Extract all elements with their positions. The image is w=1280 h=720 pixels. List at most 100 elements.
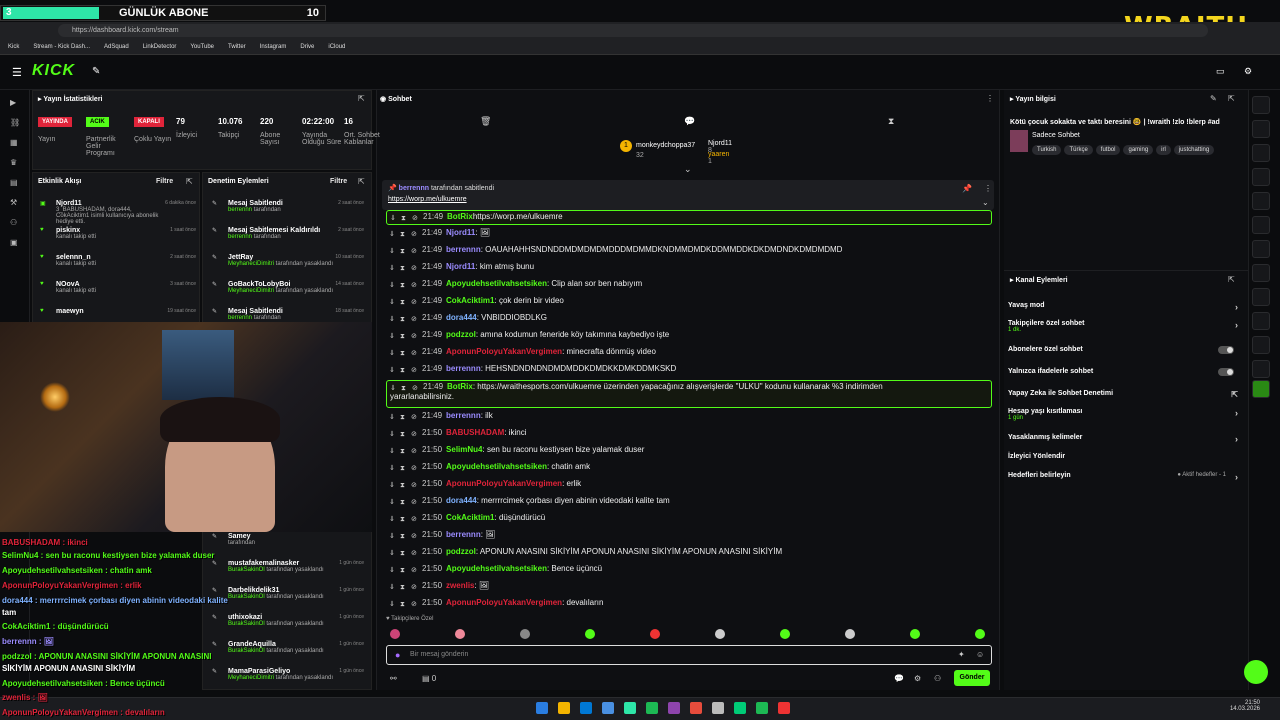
message-username[interactable]: zwenlis [446, 581, 474, 590]
tag-chip[interactable]: justchatting [1173, 145, 1215, 155]
right-rail-button[interactable] [1252, 312, 1270, 330]
hourglass-icon[interactable]: ⧗ [400, 430, 408, 438]
hourglass-icon[interactable]: ⧗ [400, 600, 408, 608]
chevron-right-icon[interactable]: › [1235, 434, 1238, 444]
top-chatter-name[interactable]: Njord11 [708, 140, 732, 147]
unpin-icon[interactable]: 📌 [962, 184, 972, 193]
pin-icon[interactable]: ⇓ [389, 430, 397, 438]
bookmark-link[interactable]: AdSquad [104, 44, 129, 50]
chevron-right-icon[interactable]: › [1235, 408, 1238, 418]
hourglass-icon[interactable]: ⧗ [400, 549, 408, 557]
hourglass-icon[interactable]: ⧗ [400, 349, 408, 357]
hourglass-icon[interactable]: ⧗ [400, 515, 408, 523]
hourglass-icon[interactable]: ⧗ [400, 230, 408, 238]
trash-icon[interactable]: 🗑 [480, 116, 491, 127]
emote-icon[interactable] [520, 629, 530, 639]
pin-icon[interactable]: ⇓ [389, 566, 397, 574]
channel-action-row[interactable]: İzleyici Yönlendir [1008, 453, 1240, 460]
channel-action-row[interactable]: Yavaş mod › [1008, 302, 1240, 312]
pin-icon[interactable]: ⇓ [389, 315, 397, 323]
stream-category[interactable]: Sadece Sohbet [1032, 132, 1080, 139]
hourglass-icon[interactable]: ⧗ [400, 264, 408, 272]
emoji-icon[interactable]: ☺ [976, 650, 984, 659]
delete-icon[interactable]: ⊘ [411, 583, 419, 591]
delete-icon[interactable]: ⊘ [411, 230, 419, 238]
pin-icon[interactable]: ⇓ [389, 583, 397, 591]
address-bar[interactable]: https://dashboard.kick.com/stream [58, 24, 1208, 37]
message-username[interactable]: berrennn [446, 411, 481, 420]
chevron-down-icon[interactable]: ⌄ [684, 164, 692, 175]
right-rail-button[interactable] [1252, 360, 1270, 378]
left-rail-icon[interactable]: ▶ [10, 98, 16, 107]
moderation-moderator[interactable]: BurakSakinOl [228, 594, 265, 600]
message-username[interactable]: BABUSHADAM [446, 428, 504, 437]
external-link-icon[interactable]: ⇱ [1231, 390, 1238, 399]
left-rail-icon[interactable]: ⛓ [10, 118, 20, 127]
popout-icon[interactable]: ⇱ [358, 94, 365, 103]
right-rail-button[interactable] [1252, 192, 1270, 210]
message-username[interactable]: podzzol [446, 547, 476, 556]
channel-action-row[interactable]: Abonelere özel sohbet [1008, 346, 1240, 354]
bookmark-link[interactable]: iCloud [328, 44, 345, 50]
channel-action-row[interactable]: Takipçilere özel sohbet 1 dk. › [1008, 320, 1240, 333]
moderation-moderator[interactable]: MeyhaneciDimitri [228, 675, 274, 681]
message-username[interactable]: Njord11 [446, 262, 475, 271]
hourglass-icon[interactable]: ⧗ [888, 116, 894, 127]
channel-action-row[interactable]: Yalnızca ifadelerle sohbet [1008, 368, 1240, 376]
pin-icon[interactable]: ⇓ [389, 264, 397, 272]
emote-icon[interactable] [910, 629, 920, 639]
tag-chip[interactable]: Turkish [1032, 145, 1062, 155]
pin-icon[interactable]: ⇓ [389, 481, 397, 489]
moderation-moderator[interactable]: BurakSakinOl [228, 648, 265, 654]
pin-icon[interactable]: ⇓ [389, 600, 397, 608]
delete-icon[interactable]: ⊘ [411, 315, 419, 323]
pin-icon[interactable]: ⇓ [389, 281, 397, 289]
hourglass-icon[interactable]: ⧗ [400, 281, 408, 289]
emote-icon[interactable] [780, 629, 790, 639]
bookmark-link[interactable]: Stream - Kick Dash... [33, 44, 90, 50]
right-rail-button[interactable] [1252, 168, 1270, 186]
users-icon[interactable]: ⚇ [934, 674, 941, 683]
moderation-moderator[interactable]: berrennn [228, 207, 252, 213]
magic-icon[interactable]: ✦ [958, 650, 965, 659]
hourglass-icon[interactable]: ⧗ [400, 298, 408, 306]
activity-filter-button[interactable]: Filtre [156, 178, 173, 185]
chat-input-placeholder[interactable]: Bir mesaj gönderin [410, 651, 468, 658]
moderation-moderator[interactable]: BurakSakinOl [228, 567, 265, 573]
delete-icon[interactable]: ⊘ [411, 498, 419, 506]
mic-icon[interactable]: ● [395, 650, 400, 660]
gear-icon[interactable]: ⚙ [914, 674, 921, 683]
pin-icon[interactable]: ⇓ [389, 366, 397, 374]
bookmark-link[interactable]: YouTube [190, 44, 214, 50]
message-username[interactable]: Apoyudehsetilvahsetsiken [446, 279, 547, 288]
message-username[interactable]: BotRix [447, 212, 473, 221]
info-popout-icon[interactable]: ⇱ [1228, 94, 1235, 103]
delete-icon[interactable]: ⊘ [412, 214, 420, 222]
chat-fab[interactable] [1244, 660, 1268, 684]
menu-icon[interactable]: ☰ [12, 66, 22, 79]
left-rail-icon[interactable]: ▦ [10, 138, 18, 147]
message-username[interactable]: Njord11 [446, 228, 475, 237]
bookmark-link[interactable]: Instagram [260, 44, 287, 50]
right-rail-button[interactable] [1252, 144, 1270, 162]
channel-action-row[interactable]: Hedefleri belirleyin ● Aktif hedefler - 1… [1008, 472, 1240, 482]
toggle-switch[interactable] [1218, 346, 1234, 354]
moderation-moderator[interactable]: BurakSakinOl [228, 621, 265, 627]
hourglass-icon[interactable]: ⧗ [400, 332, 408, 340]
pin-icon[interactable]: ⇓ [389, 532, 397, 540]
taskbar-app-icon[interactable] [558, 702, 570, 714]
pin-icon[interactable]: ⇓ [390, 384, 398, 392]
pin-icon[interactable]: ⇓ [389, 515, 397, 523]
message-username[interactable]: dora444 [446, 496, 477, 505]
taskbar-app-icon[interactable] [756, 702, 768, 714]
chat-bubble-icon[interactable]: 💬 [684, 116, 695, 127]
tag-chip[interactable]: irl [1156, 145, 1171, 155]
delete-icon[interactable]: ⊘ [411, 413, 419, 421]
send-button[interactable]: Gönder [954, 670, 990, 686]
hourglass-icon[interactable]: ⧗ [400, 413, 408, 421]
pin-icon[interactable]: ⇓ [390, 214, 398, 222]
delete-icon[interactable]: ⊘ [411, 264, 419, 272]
pin-icon[interactable]: ⇓ [389, 447, 397, 455]
delete-icon[interactable]: ⊘ [411, 447, 419, 455]
bookmark-link[interactable]: Twitter [228, 44, 246, 50]
